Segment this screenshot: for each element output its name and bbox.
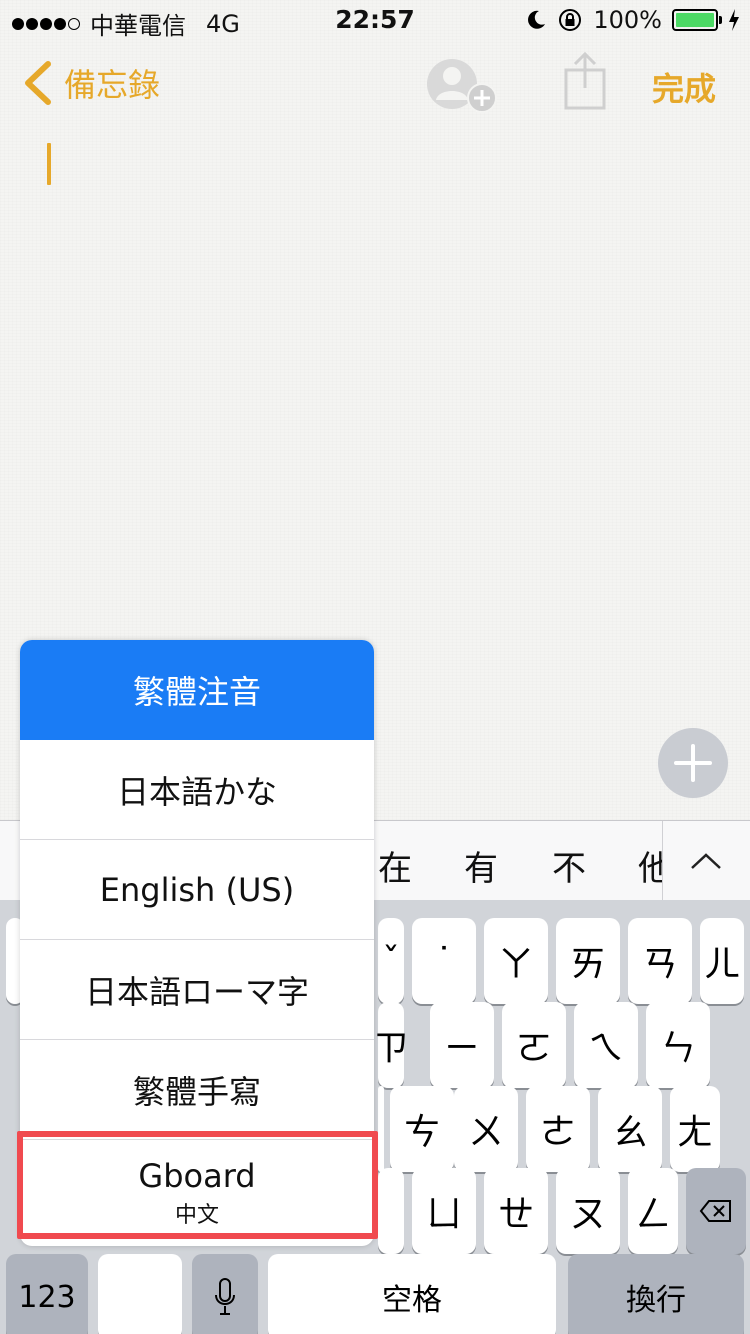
rotation-lock-icon — [559, 9, 582, 31]
microphone-icon — [215, 1278, 235, 1315]
key[interactable]: ㄠ — [598, 1086, 662, 1172]
candidate-word[interactable]: 他 — [638, 841, 662, 890]
key[interactable]: ㄚ — [484, 918, 548, 1004]
chevron-left-icon — [25, 61, 51, 105]
moon-icon — [528, 10, 546, 29]
backspace-icon — [699, 1200, 731, 1222]
language-option[interactable]: 繁體手寫 — [20, 1040, 374, 1140]
language-option-label: 繁體注音 — [132, 673, 261, 711]
delete-key[interactable] — [686, 1168, 746, 1254]
nav-bar: 備忘錄 完成 — [0, 50, 750, 120]
key[interactable]: ㄝ — [484, 1168, 548, 1254]
key[interactable]: ㄡ — [556, 1168, 620, 1254]
share-icon[interactable] — [562, 52, 608, 110]
key[interactable]: ㄘ — [390, 1086, 454, 1172]
key[interactable]: ㄨ — [454, 1086, 518, 1172]
key[interactable]: ㄥ — [628, 1168, 678, 1254]
battery-icon — [672, 9, 722, 31]
status-bar: 中華電信 4G 22:57 100% — [0, 0, 750, 40]
highlight-annotation — [17, 1131, 378, 1239]
language-option[interactable]: 日本語ローマ字 — [20, 940, 374, 1040]
key[interactable]: ㄦ — [700, 918, 744, 1004]
language-option[interactable]: English (US) — [20, 840, 374, 940]
key[interactable]: ㄣ — [646, 1002, 710, 1088]
charging-icon — [729, 9, 739, 31]
back-button[interactable]: 備忘錄 — [20, 60, 160, 106]
candidate-word[interactable]: 不 — [552, 841, 586, 890]
chevron-up-icon — [691, 853, 721, 869]
add-checklist-button[interactable] — [658, 728, 728, 798]
key[interactable] — [378, 1168, 404, 1254]
language-option[interactable]: 繁體注音 — [20, 640, 374, 740]
key[interactable]: ㄗ — [373, 1002, 409, 1088]
language-option[interactable]: 日本語かな — [20, 740, 374, 840]
candidate-word[interactable]: 在 — [378, 841, 412, 890]
language-option-label: 日本語ローマ字 — [84, 972, 309, 1011]
expand-candidates-button[interactable] — [662, 821, 750, 901]
key[interactable]: ˙ — [412, 918, 476, 1004]
key[interactable]: ㄧ — [430, 1002, 494, 1088]
key[interactable]: ㄤ — [670, 1086, 720, 1172]
back-label: 備忘錄 — [64, 66, 161, 104]
dictation-key[interactable] — [192, 1254, 258, 1334]
return-key[interactable]: 換行 — [568, 1254, 744, 1334]
language-option-label: 日本語かな — [116, 772, 277, 811]
candidate-word[interactable]: 有 — [464, 841, 498, 890]
key[interactable]: ㄩ — [412, 1168, 476, 1254]
done-button[interactable]: 完成 — [652, 64, 716, 110]
key[interactable]: ㄞ — [556, 918, 620, 1004]
status-right: 100% — [525, 6, 740, 34]
space-key[interactable]: 空格 — [268, 1254, 556, 1334]
text-cursor — [47, 143, 51, 185]
key[interactable]: ㄜ — [526, 1086, 590, 1172]
plus-icon — [674, 744, 712, 782]
globe-key[interactable] — [98, 1254, 182, 1334]
numbers-key[interactable]: 123 — [6, 1254, 88, 1334]
language-option-label: English (US) — [99, 870, 295, 909]
key[interactable] — [378, 1086, 384, 1172]
key[interactable]: ˇ — [378, 918, 404, 1004]
language-option-label: 繁體手寫 — [132, 1072, 261, 1111]
key[interactable]: ㄢ — [628, 918, 692, 1004]
add-person-icon[interactable] — [426, 54, 500, 114]
key[interactable]: ㄟ — [574, 1002, 638, 1088]
battery-percent: 100% — [593, 6, 662, 34]
key[interactable]: ㄛ — [502, 1002, 566, 1088]
